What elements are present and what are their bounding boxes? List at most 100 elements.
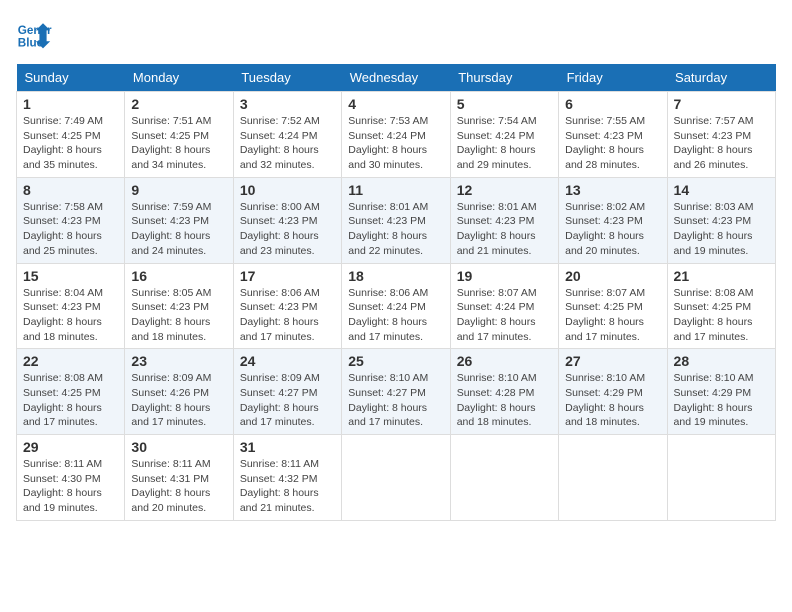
col-header-sunday: Sunday — [17, 64, 125, 92]
col-header-tuesday: Tuesday — [233, 64, 341, 92]
day-number: 27 — [565, 353, 660, 369]
week-row-2: 8Sunrise: 7:58 AMSunset: 4:23 PMDaylight… — [17, 177, 776, 263]
day-cell: 21 Sunrise: 8:08 AMSunset: 4:25 PMDayligh… — [667, 263, 775, 349]
col-header-wednesday: Wednesday — [342, 64, 450, 92]
day-cell: 2 Sunrise: 7:51 AMSunset: 4:25 PMDaylight… — [125, 92, 233, 178]
day-info: Sunrise: 8:10 AMSunset: 4:27 PMDaylight:… — [348, 371, 443, 430]
day-cell: 11 Sunrise: 8:01 AMSunset: 4:23 PMDayligh… — [342, 177, 450, 263]
day-info: Sunrise: 8:01 AMSunset: 4:23 PMDaylight:… — [457, 200, 552, 259]
day-number: 29 — [23, 439, 118, 455]
day-number: 30 — [131, 439, 226, 455]
day-cell: 19 Sunrise: 8:07 AMSunset: 4:24 PMDayligh… — [450, 263, 558, 349]
day-cell: 24 Sunrise: 8:09 AMSunset: 4:27 PMDayligh… — [233, 349, 341, 435]
day-cell: 12 Sunrise: 8:01 AMSunset: 4:23 PMDayligh… — [450, 177, 558, 263]
day-info: Sunrise: 7:57 AMSunset: 4:23 PMDaylight:… — [674, 114, 769, 173]
day-cell: 4 Sunrise: 7:53 AMSunset: 4:24 PMDaylight… — [342, 92, 450, 178]
day-number: 23 — [131, 353, 226, 369]
day-number: 14 — [674, 182, 769, 198]
day-number: 25 — [348, 353, 443, 369]
day-number: 5 — [457, 96, 552, 112]
day-cell: 29Sunrise: 8:11 AMSunset: 4:30 PMDayligh… — [17, 435, 125, 521]
day-info: Sunrise: 8:03 AMSunset: 4:23 PMDaylight:… — [674, 200, 769, 259]
week-row-5: 29Sunrise: 8:11 AMSunset: 4:30 PMDayligh… — [17, 435, 776, 521]
day-cell: 3 Sunrise: 7:52 AMSunset: 4:24 PMDaylight… — [233, 92, 341, 178]
col-header-friday: Friday — [559, 64, 667, 92]
day-info: Sunrise: 8:10 AMSunset: 4:29 PMDaylight:… — [674, 371, 769, 430]
day-number: 19 — [457, 268, 552, 284]
day-number: 12 — [457, 182, 552, 198]
day-info: Sunrise: 8:00 AMSunset: 4:23 PMDaylight:… — [240, 200, 335, 259]
day-cell: 17Sunrise: 8:06 AMSunset: 4:23 PMDayligh… — [233, 263, 341, 349]
day-cell: 28 Sunrise: 8:10 AMSunset: 4:29 PMDayligh… — [667, 349, 775, 435]
day-cell: 25 Sunrise: 8:10 AMSunset: 4:27 PMDayligh… — [342, 349, 450, 435]
day-info: Sunrise: 8:01 AMSunset: 4:23 PMDaylight:… — [348, 200, 443, 259]
day-number: 22 — [23, 353, 118, 369]
col-header-thursday: Thursday — [450, 64, 558, 92]
day-info: Sunrise: 7:54 AMSunset: 4:24 PMDaylight:… — [457, 114, 552, 173]
week-row-4: 22 Sunrise: 8:08 AMSunset: 4:25 PMDayligh… — [17, 349, 776, 435]
day-number: 6 — [565, 96, 660, 112]
day-number: 21 — [674, 268, 769, 284]
day-cell: 14 Sunrise: 8:03 AMSunset: 4:23 PMDayligh… — [667, 177, 775, 263]
week-row-1: 1 Sunrise: 7:49 AMSunset: 4:25 PMDaylight… — [17, 92, 776, 178]
day-cell: 8Sunrise: 7:58 AMSunset: 4:23 PMDaylight… — [17, 177, 125, 263]
day-info: Sunrise: 8:05 AMSunset: 4:23 PMDaylight:… — [131, 286, 226, 345]
day-info: Sunrise: 7:53 AMSunset: 4:24 PMDaylight:… — [348, 114, 443, 173]
logo: General Blue — [16, 16, 52, 52]
day-number: 2 — [131, 96, 226, 112]
day-info: Sunrise: 8:09 AMSunset: 4:27 PMDaylight:… — [240, 371, 335, 430]
day-info: Sunrise: 8:04 AMSunset: 4:23 PMDaylight:… — [23, 286, 118, 345]
day-number: 9 — [131, 182, 226, 198]
day-number: 3 — [240, 96, 335, 112]
page-header: General Blue — [16, 16, 776, 52]
day-cell: 26 Sunrise: 8:10 AMSunset: 4:28 PMDayligh… — [450, 349, 558, 435]
day-info: Sunrise: 7:55 AMSunset: 4:23 PMDaylight:… — [565, 114, 660, 173]
day-cell — [559, 435, 667, 521]
day-info: Sunrise: 8:11 AMSunset: 4:31 PMDaylight:… — [131, 457, 226, 516]
day-cell: 20 Sunrise: 8:07 AMSunset: 4:25 PMDayligh… — [559, 263, 667, 349]
day-number: 24 — [240, 353, 335, 369]
day-number: 18 — [348, 268, 443, 284]
day-number: 1 — [23, 96, 118, 112]
day-info: Sunrise: 7:51 AMSunset: 4:25 PMDaylight:… — [131, 114, 226, 173]
day-number: 10 — [240, 182, 335, 198]
day-cell: 5 Sunrise: 7:54 AMSunset: 4:24 PMDaylight… — [450, 92, 558, 178]
day-cell: 15 Sunrise: 8:04 AMSunset: 4:23 PMDayligh… — [17, 263, 125, 349]
day-cell: 18 Sunrise: 8:06 AMSunset: 4:24 PMDayligh… — [342, 263, 450, 349]
day-cell: 30 Sunrise: 8:11 AMSunset: 4:31 PMDayligh… — [125, 435, 233, 521]
day-number: 15 — [23, 268, 118, 284]
day-info: Sunrise: 8:08 AMSunset: 4:25 PMDaylight:… — [674, 286, 769, 345]
day-number: 17 — [240, 268, 335, 284]
col-header-saturday: Saturday — [667, 64, 775, 92]
day-cell — [450, 435, 558, 521]
day-info: Sunrise: 8:07 AMSunset: 4:24 PMDaylight:… — [457, 286, 552, 345]
day-cell: 1 Sunrise: 7:49 AMSunset: 4:25 PMDaylight… — [17, 92, 125, 178]
day-number: 11 — [348, 182, 443, 198]
logo-icon: General Blue — [16, 16, 52, 52]
day-cell: 16 Sunrise: 8:05 AMSunset: 4:23 PMDayligh… — [125, 263, 233, 349]
day-info: Sunrise: 8:10 AMSunset: 4:28 PMDaylight:… — [457, 371, 552, 430]
day-number: 26 — [457, 353, 552, 369]
day-info: Sunrise: 8:08 AMSunset: 4:25 PMDaylight:… — [23, 371, 118, 430]
day-cell — [667, 435, 775, 521]
calendar-table: SundayMondayTuesdayWednesdayThursdayFrid… — [16, 64, 776, 521]
week-row-3: 15 Sunrise: 8:04 AMSunset: 4:23 PMDayligh… — [17, 263, 776, 349]
day-number: 28 — [674, 353, 769, 369]
day-info: Sunrise: 8:07 AMSunset: 4:25 PMDaylight:… — [565, 286, 660, 345]
day-number: 16 — [131, 268, 226, 284]
day-cell: 13Sunrise: 8:02 AMSunset: 4:23 PMDayligh… — [559, 177, 667, 263]
day-cell: 31Sunrise: 8:11 AMSunset: 4:32 PMDayligh… — [233, 435, 341, 521]
col-header-monday: Monday — [125, 64, 233, 92]
day-info: Sunrise: 8:02 AMSunset: 4:23 PMDaylight:… — [565, 200, 660, 259]
day-info: Sunrise: 8:06 AMSunset: 4:24 PMDaylight:… — [348, 286, 443, 345]
day-info: Sunrise: 8:09 AMSunset: 4:26 PMDaylight:… — [131, 371, 226, 430]
day-info: Sunrise: 7:52 AMSunset: 4:24 PMDaylight:… — [240, 114, 335, 173]
day-info: Sunrise: 7:49 AMSunset: 4:25 PMDaylight:… — [23, 114, 118, 173]
svg-text:General: General — [18, 24, 52, 37]
day-info: Sunrise: 8:10 AMSunset: 4:29 PMDaylight:… — [565, 371, 660, 430]
day-number: 7 — [674, 96, 769, 112]
day-number: 4 — [348, 96, 443, 112]
day-number: 8 — [23, 182, 118, 198]
day-number: 20 — [565, 268, 660, 284]
calendar-header-row: SundayMondayTuesdayWednesdayThursdayFrid… — [17, 64, 776, 92]
